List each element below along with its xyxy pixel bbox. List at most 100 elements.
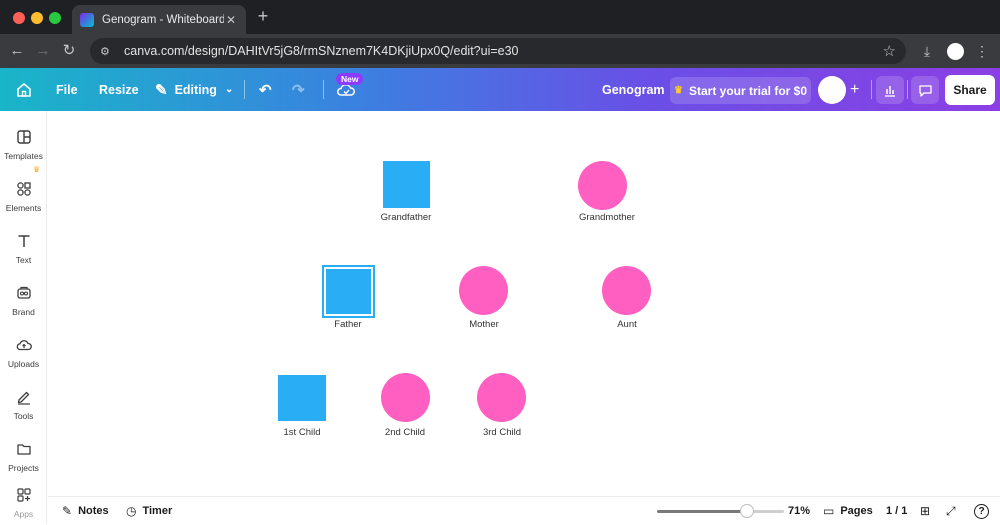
apps-icon xyxy=(16,488,31,502)
timer-button[interactable]: ◷ Timer xyxy=(126,497,172,525)
tools-icon xyxy=(17,391,30,405)
zoom-slider-fill xyxy=(657,510,748,513)
canva-favicon-icon xyxy=(80,12,94,27)
genogram-node-1st-child[interactable] xyxy=(278,375,326,421)
file-menu[interactable]: File xyxy=(56,68,78,111)
help-icon: ? xyxy=(974,503,989,519)
start-trial-label: Start your trial for $0 xyxy=(688,83,807,98)
uploads-icon xyxy=(16,340,32,351)
whiteboard-canvas[interactable]: Grandfather Grandmother Father Mother Au… xyxy=(48,111,1000,496)
notes-icon: ✎ xyxy=(62,504,73,518)
grid-view-icon: ⊞ xyxy=(920,504,931,518)
node-label: Mother xyxy=(469,319,499,330)
editing-mode-dropdown[interactable]: ✎ Editing ⌄ xyxy=(155,68,233,111)
elements-icon xyxy=(16,182,31,196)
sidebar-item-brand[interactable]: Brand xyxy=(0,284,47,328)
node-label: Father xyxy=(334,319,362,330)
fullscreen-icon: ⤢ xyxy=(946,503,956,518)
sidebar-item-label: Projects xyxy=(8,463,39,473)
new-tab-button[interactable]: + xyxy=(254,6,272,26)
node-label: Grandfather xyxy=(380,212,432,223)
minimize-window-button[interactable] xyxy=(31,12,43,24)
brand-crown-icon: ♛ xyxy=(33,165,41,174)
url-field[interactable]: ⚙ canva.com/design/DAHItVr5jG8/rmSNznem7… xyxy=(90,38,906,64)
notes-label: Notes xyxy=(78,505,109,517)
zoom-slider[interactable] xyxy=(657,510,784,513)
bottom-bar: ✎ Notes ◷ Timer 71% ▭ Pages 1 / 1 ⊞ ⤢ ? xyxy=(48,496,1000,524)
pages-button[interactable]: ▭ Pages xyxy=(823,497,873,525)
redo-button[interactable]: ↷ xyxy=(292,68,305,111)
node-label: 3rd Child xyxy=(482,427,522,438)
notes-button[interactable]: ✎ Notes xyxy=(62,497,109,525)
home-button[interactable] xyxy=(15,68,33,111)
bookmark-star-icon[interactable]: ☆ xyxy=(883,42,896,60)
download-icon[interactable]: ⤓ xyxy=(918,42,936,60)
genogram-node-2nd-child[interactable] xyxy=(381,373,430,422)
node-label: Grandmother xyxy=(579,212,635,223)
tab-title: Genogram - Whiteboard xyxy=(102,13,224,26)
toolbar-divider xyxy=(907,80,908,99)
close-window-button[interactable] xyxy=(13,12,25,24)
comments-button[interactable] xyxy=(911,76,939,104)
pages-icon: ▭ xyxy=(823,504,835,518)
browser-tab[interactable]: Genogram - Whiteboard ✕ xyxy=(72,5,246,34)
genogram-node-aunt[interactable] xyxy=(602,266,651,315)
genogram-node-grandmother[interactable] xyxy=(578,161,627,210)
fullscreen-button[interactable]: ⤢ xyxy=(946,497,962,525)
sidebar-item-tools[interactable]: Tools xyxy=(0,388,47,432)
timer-label: Timer xyxy=(142,505,173,517)
insights-button[interactable] xyxy=(876,76,904,104)
share-button[interactable]: Share xyxy=(945,75,995,105)
sidebar-item-label: Tools xyxy=(13,411,34,421)
resize-button[interactable]: Resize xyxy=(99,68,139,111)
document-title[interactable]: Genogram xyxy=(602,68,665,111)
zoom-slider-handle[interactable] xyxy=(740,504,755,518)
zoom-level[interactable]: 71% xyxy=(788,497,810,525)
undo-icon: ↶ xyxy=(259,81,272,99)
back-icon[interactable]: ← xyxy=(8,42,26,60)
forward-icon[interactable]: → xyxy=(34,42,52,60)
genogram-node-mother[interactable] xyxy=(459,266,508,315)
crown-icon: ♛ xyxy=(674,85,683,96)
text-icon xyxy=(18,235,29,247)
genogram-node-grandfather[interactable] xyxy=(383,161,430,208)
bar-chart-icon xyxy=(885,86,895,97)
profile-avatar[interactable] xyxy=(947,43,964,60)
brand-icon xyxy=(16,286,31,299)
sidebar-item-apps[interactable]: Apps xyxy=(0,486,47,524)
browser-tab-bar: Genogram - Whiteboard ✕ + xyxy=(0,0,1000,34)
page-indicator: 1 / 1 xyxy=(886,505,908,517)
sidebar-item-label: Brand xyxy=(12,307,35,317)
undo-button[interactable]: ↶ xyxy=(259,68,272,111)
sidebar-item-uploads[interactable]: Uploads xyxy=(0,336,47,380)
new-badge: New xyxy=(336,73,364,85)
templates-icon xyxy=(16,130,31,144)
sidebar-item-label: Text xyxy=(15,255,32,265)
help-button[interactable]: ? xyxy=(974,497,989,525)
timer-icon: ◷ xyxy=(126,504,137,518)
sidebar-item-label: Elements xyxy=(5,203,42,213)
node-label: Aunt xyxy=(617,319,637,330)
sidebar-item-elements[interactable]: Elements xyxy=(0,180,47,224)
sidebar-item-projects[interactable]: Projects xyxy=(0,440,47,484)
browser-address-bar: ← → ↻ ⚙ canva.com/design/DAHItVr5jG8/rmS… xyxy=(0,34,1000,68)
user-avatar[interactable] xyxy=(818,76,846,104)
genogram-node-father[interactable] xyxy=(322,265,375,318)
site-info-icon[interactable]: ⚙ xyxy=(100,45,118,58)
node-label: 1st Child xyxy=(283,427,321,438)
url-text: canva.com/design/DAHItVr5jG8/rmSNznem7K4… xyxy=(124,44,519,58)
sidebar-item-text[interactable]: Text xyxy=(0,232,47,276)
toolbar-divider xyxy=(323,80,324,99)
reload-icon[interactable]: ↻ xyxy=(60,42,78,60)
add-collaborator-icon[interactable]: + xyxy=(850,68,859,111)
home-icon xyxy=(17,82,31,97)
start-trial-button[interactable]: ♛ Start your trial for $0 xyxy=(670,77,811,104)
tab-close-icon[interactable]: ✕ xyxy=(224,13,238,27)
maximize-window-button[interactable] xyxy=(49,12,61,24)
genogram-node-3rd-child[interactable] xyxy=(477,373,526,422)
grid-view-button[interactable]: ⊞ xyxy=(920,497,936,525)
toolbar-divider xyxy=(871,80,872,99)
browser-menu-icon[interactable]: ⋮ xyxy=(973,42,991,60)
pencil-icon: ✎ xyxy=(155,81,168,99)
sidebar-item-label: Uploads xyxy=(7,359,40,369)
